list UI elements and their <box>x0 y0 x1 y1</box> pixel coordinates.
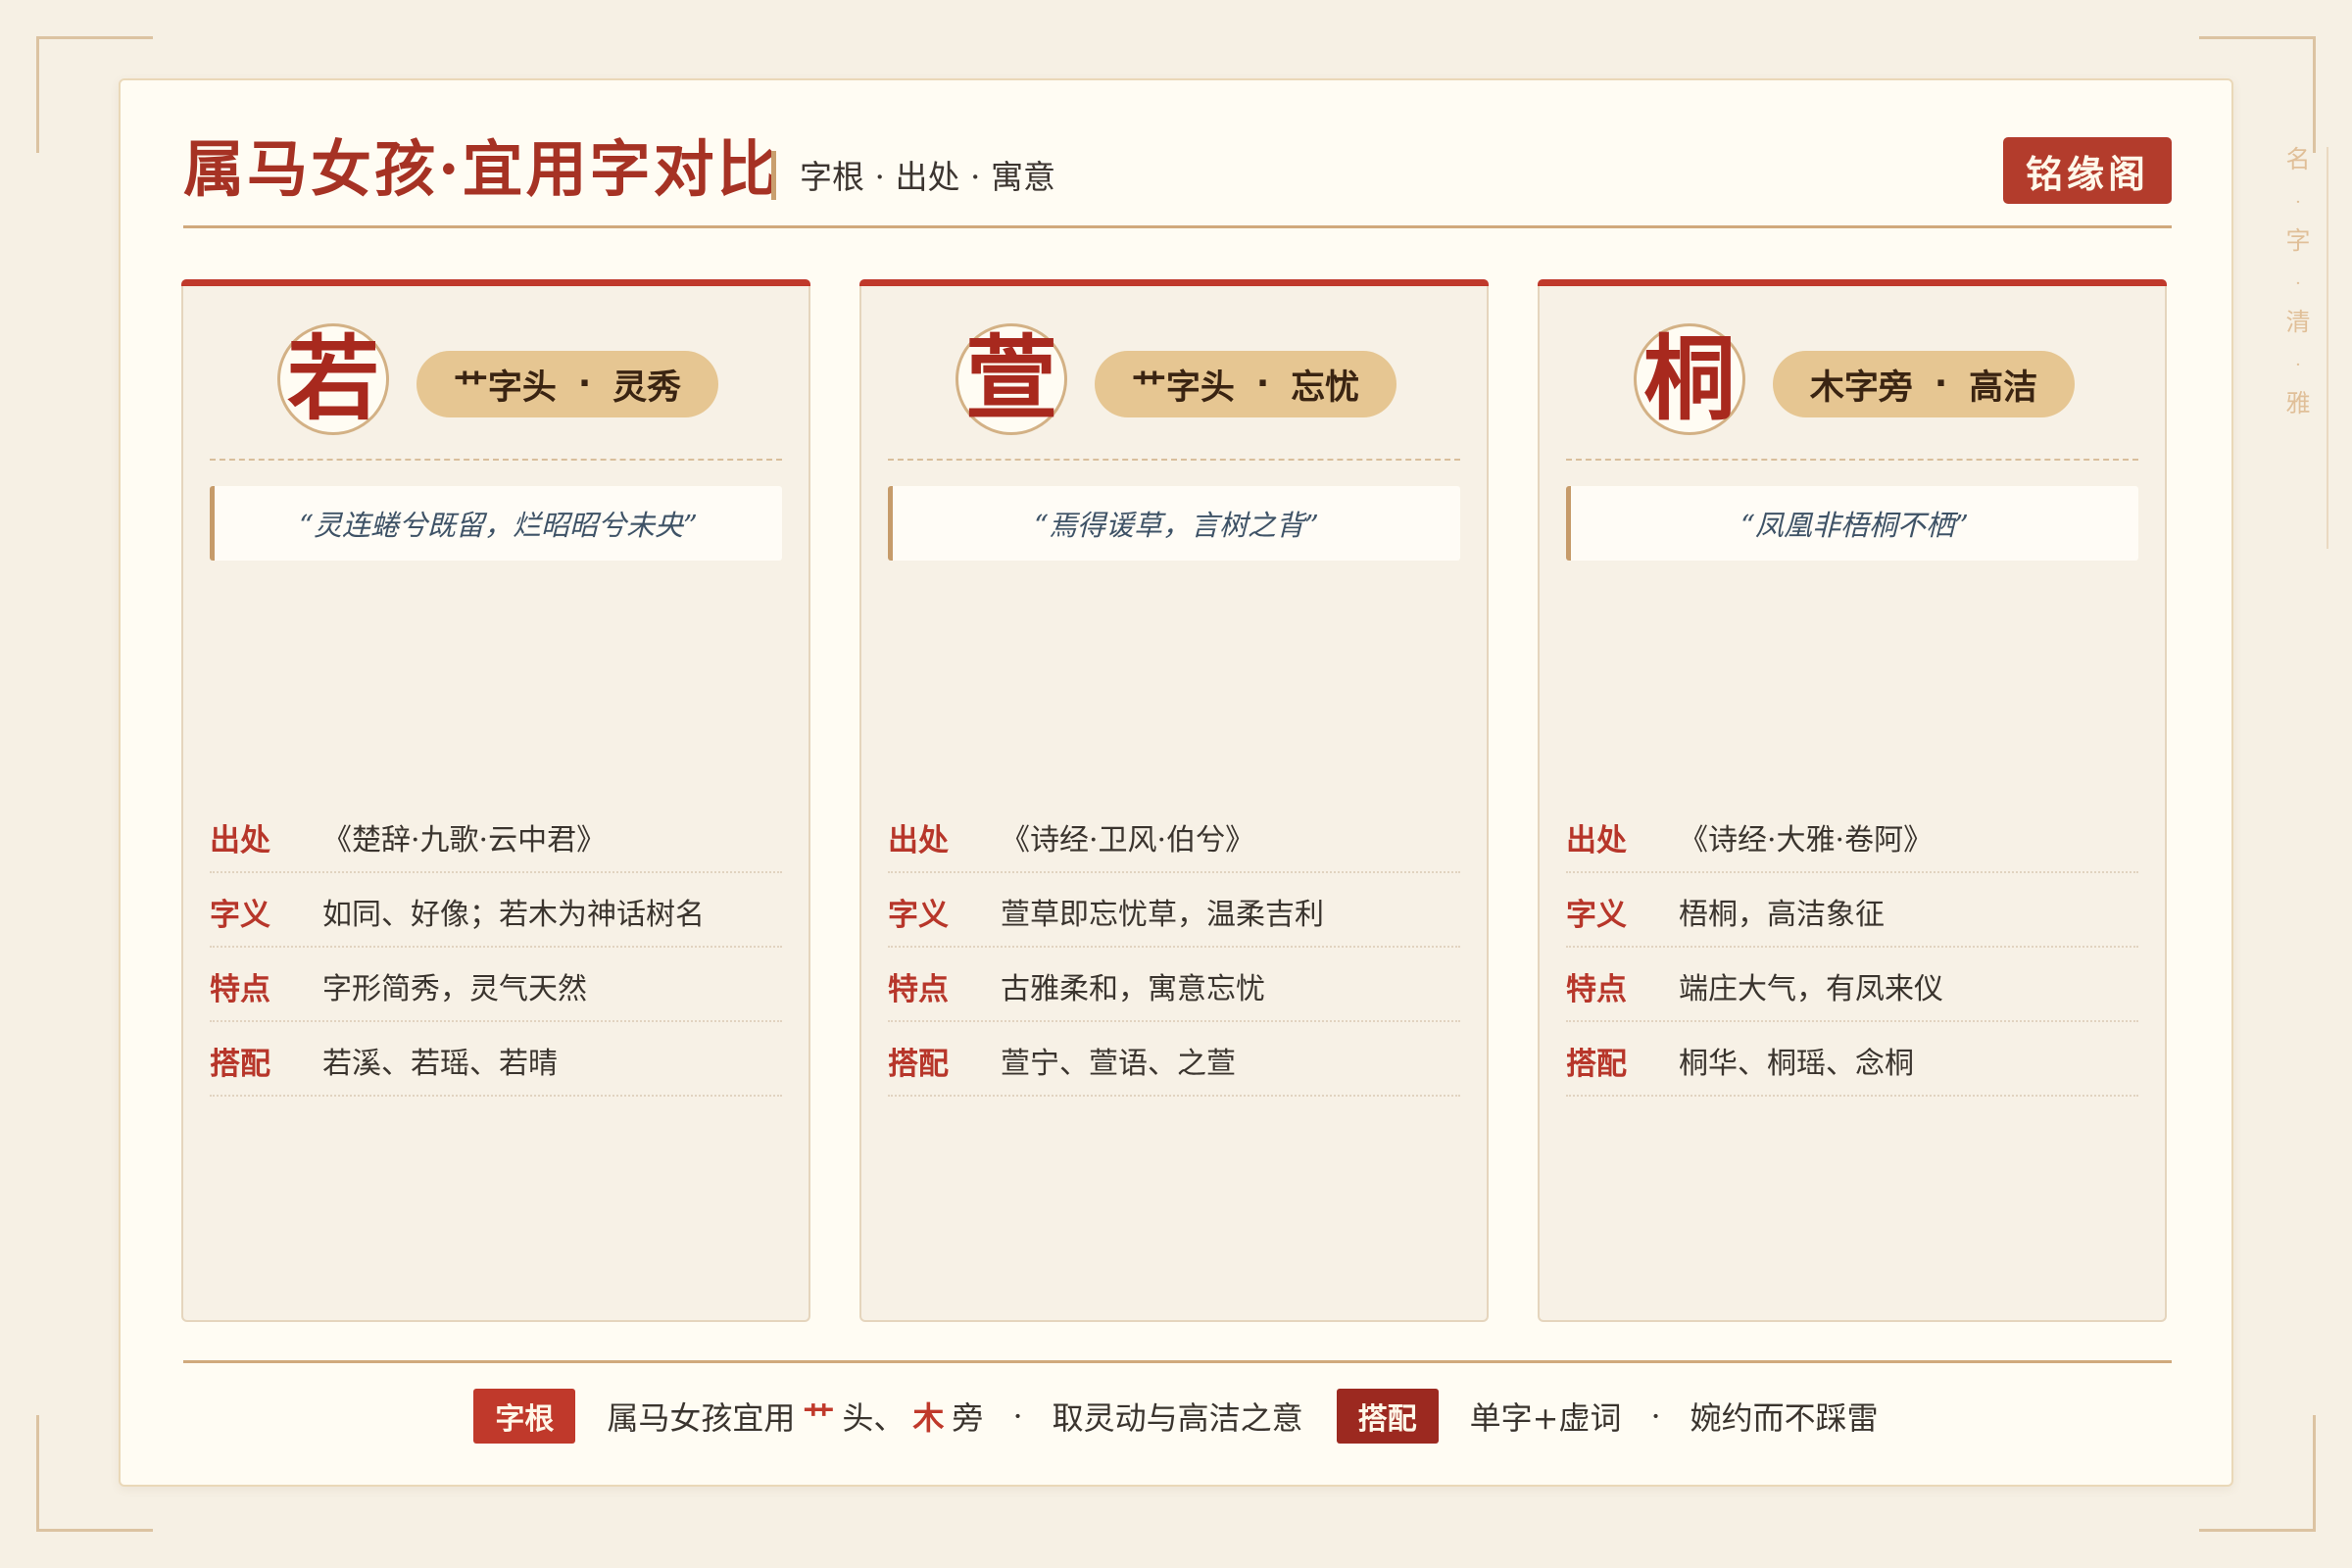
info-value: 萱宁、萱语、之萱 <box>1001 1047 1236 1081</box>
info-row-source: 出处 《楚辞·九歌·云中君》 <box>210 799 782 873</box>
info-label: 出处 <box>888 822 949 858</box>
info-list: 出处 《诗经·大雅·卷阿》 字义 梧桐，高洁象征 特点 端庄大气，有凤来仪 搭配… <box>1566 799 2138 1097</box>
character-glyph: 若 <box>277 323 389 435</box>
info-label: 搭配 <box>888 1046 949 1082</box>
info-row-feature: 特点 古雅柔和，寓意忘忧 <box>888 948 1460 1022</box>
info-label: 出处 <box>1566 822 1627 858</box>
side-label-char: 名 <box>2285 145 2311 173</box>
page-subtitle: 字根 · 出处 · 寓意 <box>800 158 1055 196</box>
quote-block: “凤凰非梧桐不栖” <box>1566 486 2138 561</box>
card-accent-bar <box>859 279 1489 286</box>
info-row-combination: 搭配 若溪、若瑶、若晴 <box>210 1022 782 1097</box>
side-label-dot: · <box>2295 273 2301 294</box>
info-row-feature: 特点 字形简秀，灵气天然 <box>210 948 782 1022</box>
character-card: 萱 艹字头 · 忘忧 “焉得谖草，言树之背” 出处 《诗经·卫风·伯兮》 字义 … <box>859 279 1489 1322</box>
card-accent-bar <box>1538 279 2167 286</box>
radical-label: 艹字头 <box>453 368 557 408</box>
info-label: 特点 <box>1566 971 1627 1007</box>
card-divider <box>210 459 782 461</box>
info-value: 若溪、若瑶、若晴 <box>322 1047 558 1081</box>
info-label: 特点 <box>888 971 949 1007</box>
tag-separator: · <box>1934 365 1948 404</box>
footer-text: 头、 <box>842 1399 906 1437</box>
character-card: 桐 木字旁 · 高洁 “凤凰非梧桐不栖” 出处 《诗经·大雅·卷阿》 字义 梧桐… <box>1538 279 2167 1322</box>
footer-text: 旁 <box>952 1399 984 1437</box>
title-separator <box>771 151 776 200</box>
info-value: 古雅柔和，寓意忘忧 <box>1001 972 1265 1006</box>
info-label: 特点 <box>210 971 270 1007</box>
info-row-source: 出处 《诗经·大雅·卷阿》 <box>1566 799 2138 873</box>
radical-label: 艹字头 <box>1131 368 1235 408</box>
info-value: 端庄大气，有凤来仪 <box>1679 972 1943 1006</box>
footer-separator: · <box>1650 1397 1661 1435</box>
footer-separator: · <box>1012 1397 1023 1435</box>
side-label-dot: · <box>2295 192 2301 213</box>
footer-summary: 字根 属马女孩宜用 艹 头、 木 旁 · 取灵动与高洁之意 搭配 单字+虚词 ·… <box>121 1387 2231 1446</box>
character-glyph: 萱 <box>956 323 1067 435</box>
side-label-char: 字 <box>2285 226 2311 255</box>
info-row-feature: 特点 端庄大气，有凤来仪 <box>1566 948 2138 1022</box>
side-divider-line <box>2327 147 2328 549</box>
info-label: 字义 <box>1566 897 1627 933</box>
quote-text: “凤凰非梧桐不栖” <box>1740 509 1969 542</box>
quote-block: “焉得谖草，言树之背” <box>888 486 1460 561</box>
keyword-label: 高洁 <box>1969 368 2038 408</box>
info-value: 字形简秀，灵气天然 <box>322 972 587 1006</box>
footer-text: 属马女孩宜用 <box>607 1399 796 1437</box>
info-list: 出处 《诗经·卫风·伯兮》 字义 萱草即忘忧草，温柔吉利 特点 古雅柔和，寓意忘… <box>888 799 1460 1097</box>
side-label-dot: · <box>2295 355 2301 375</box>
info-value: 《诗经·卫风·伯兮》 <box>1001 823 1255 858</box>
info-row-meaning: 字义 梧桐，高洁象征 <box>1566 873 2138 948</box>
footer-divider <box>183 1360 2172 1363</box>
info-label: 搭配 <box>210 1046 270 1082</box>
radical-label: 木字旁 <box>1809 368 1913 408</box>
info-label: 字义 <box>210 897 270 933</box>
radical-tag: 木字旁 · 高洁 <box>1773 351 2075 417</box>
main-panel: 属马女孩·宜用字对比 字根 · 出处 · 寓意 铭缘阁 若 艹字头 · 灵秀 “… <box>119 78 2233 1487</box>
card-accent-bar <box>181 279 810 286</box>
side-vertical-label: 名 · 字 · 清 · 雅 <box>2274 147 2323 421</box>
tag-separator: · <box>577 365 592 404</box>
card-divider <box>888 459 1460 461</box>
keyword-label: 灵秀 <box>612 368 682 408</box>
info-value: 梧桐，高洁象征 <box>1679 898 1885 932</box>
quote-block: “灵连蜷兮既留，烂昭昭兮未央” <box>210 486 782 561</box>
side-label-char: 雅 <box>2285 389 2311 417</box>
quote-text: “焉得谖草，言树之背” <box>1034 509 1319 542</box>
info-value: 萱草即忘忧草，温柔吉利 <box>1001 898 1324 932</box>
header-divider <box>183 225 2172 228</box>
radical-tag: 艹字头 · 灵秀 <box>416 351 718 417</box>
footer-text: 单字+虚词 <box>1469 1399 1622 1437</box>
info-value: 如同、好像；若木为神话树名 <box>322 898 705 932</box>
radical-tag: 艹字头 · 忘忧 <box>1095 351 1396 417</box>
card-divider <box>1566 459 2138 461</box>
footer-text: 取灵动与高洁之意 <box>1052 1399 1303 1437</box>
info-value: 《楚辞·九歌·云中君》 <box>322 823 607 858</box>
info-row-meaning: 字义 萱草即忘忧草，温柔吉利 <box>888 873 1460 948</box>
info-label: 搭配 <box>1566 1046 1627 1082</box>
info-row-combination: 搭配 桐华、桐瑶、念桐 <box>1566 1022 2138 1097</box>
info-row-meaning: 字义 如同、好像；若木为神话树名 <box>210 873 782 948</box>
tag-separator: · <box>1255 365 1270 404</box>
footer-text: 婉约而不踩雷 <box>1690 1399 1879 1437</box>
brand-badge: 铭缘阁 <box>2003 137 2172 204</box>
character-card: 若 艹字头 · 灵秀 “灵连蜷兮既留，烂昭昭兮未央” 出处 《楚辞·九歌·云中君… <box>181 279 810 1322</box>
keyword-label: 忘忧 <box>1291 368 1360 408</box>
info-value: 《诗经·大雅·卷阿》 <box>1679 823 1934 858</box>
info-list: 出处 《楚辞·九歌·云中君》 字义 如同、好像；若木为神话树名 特点 字形简秀，… <box>210 799 782 1097</box>
info-value: 桐华、桐瑶、念桐 <box>1679 1047 1914 1081</box>
footer-badge-radical: 字根 <box>473 1389 576 1444</box>
footer-highlight: 艹 <box>803 1399 835 1437</box>
side-label-char: 清 <box>2285 308 2311 336</box>
info-label: 字义 <box>888 897 949 933</box>
quote-text: “灵连蜷兮既留，烂昭昭兮未央” <box>299 509 698 542</box>
footer-highlight: 木 <box>912 1399 945 1437</box>
page-title: 属马女孩·宜用字对比 <box>183 133 781 205</box>
character-glyph: 桐 <box>1634 323 1745 435</box>
footer-badge-combination: 搭配 <box>1336 1389 1439 1444</box>
info-row-source: 出处 《诗经·卫风·伯兮》 <box>888 799 1460 873</box>
info-row-combination: 搭配 萱宁、萱语、之萱 <box>888 1022 1460 1097</box>
info-label: 出处 <box>210 822 270 858</box>
